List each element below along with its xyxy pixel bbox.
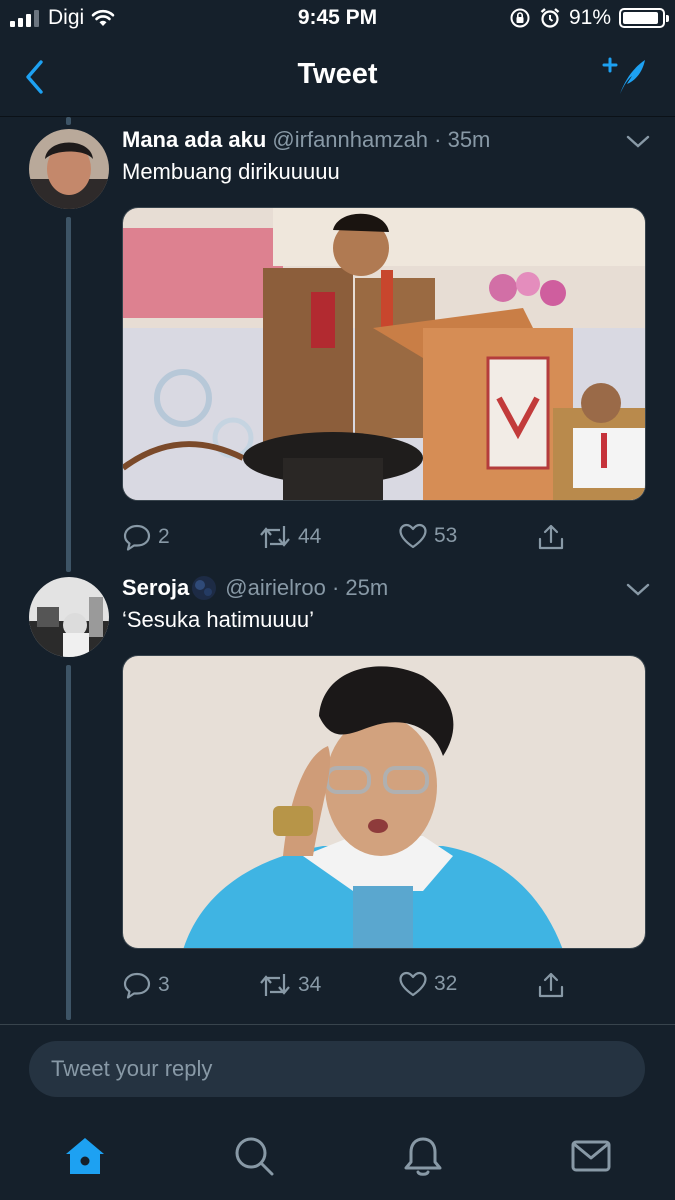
compose-feather-icon xyxy=(602,57,645,94)
tab-messages[interactable] xyxy=(569,1134,613,1178)
retweet-icon xyxy=(260,974,290,996)
retweet-button[interactable]: 34 xyxy=(258,970,321,1000)
reply-icon xyxy=(123,972,151,999)
thread-line xyxy=(66,665,71,1020)
share-icon xyxy=(538,524,564,550)
reply-button[interactable]: 2 xyxy=(122,522,170,552)
display-name[interactable]: Seroja xyxy=(122,575,189,601)
retweet-icon xyxy=(260,526,290,548)
tweet-options-button[interactable] xyxy=(626,583,650,597)
avatar[interactable] xyxy=(29,577,109,657)
compose-button[interactable] xyxy=(601,54,649,98)
avatar-image xyxy=(29,129,109,209)
avatar[interactable] xyxy=(29,129,109,209)
tweet-photo[interactable] xyxy=(122,655,646,949)
like-count: 32 xyxy=(434,972,458,995)
rotation-lock-icon xyxy=(510,8,530,28)
search-icon xyxy=(235,1137,274,1176)
battery-icon xyxy=(619,8,669,28)
tweet-text: ‘Sesuka hatimuuuu’ xyxy=(122,607,315,632)
globe-emoji-icon xyxy=(192,576,217,600)
tab-notifications[interactable] xyxy=(401,1134,445,1178)
tab-home[interactable] xyxy=(63,1134,107,1178)
avatar-image xyxy=(29,577,109,657)
handle-and-time: @irfannhamzah · 35m xyxy=(272,127,491,152)
heart-icon xyxy=(399,523,427,549)
tweet-options-button[interactable] xyxy=(626,135,650,149)
chevron-down-icon xyxy=(626,583,650,596)
like-button[interactable]: 32 xyxy=(398,970,457,998)
messages-mail-icon xyxy=(571,1140,611,1172)
chevron-down-icon xyxy=(626,135,650,148)
nav-bar: Tweet xyxy=(0,38,675,117)
status-bar: Digi 9:45 PM 91% xyxy=(0,0,675,38)
share-icon xyxy=(538,972,564,998)
photo-speaker-podium xyxy=(123,208,645,500)
alarm-icon xyxy=(540,8,560,28)
display-name[interactable]: Mana ada aku xyxy=(122,127,266,152)
reply-count: 3 xyxy=(158,973,170,996)
tweet-text: Membuang dirikuuuuu xyxy=(122,159,340,184)
tweet[interactable]: Mana ada aku @irfannhamzah · 35m Membuan… xyxy=(0,117,675,572)
tweet-photo[interactable] xyxy=(122,207,646,501)
share-button[interactable] xyxy=(536,970,566,1000)
reply-input[interactable]: Tweet your reply xyxy=(29,1041,645,1097)
notifications-bell-icon xyxy=(404,1137,442,1176)
page-title: Tweet xyxy=(297,58,378,90)
photo-portrait xyxy=(123,656,645,948)
tweet-header: Seroja @airielroo · 25m xyxy=(122,575,388,601)
tab-bar xyxy=(0,1118,675,1200)
retweet-count: 44 xyxy=(298,525,322,548)
share-button[interactable] xyxy=(536,522,566,552)
tweet-header: Mana ada aku @irfannhamzah · 35m xyxy=(122,127,490,153)
reply-composer: Tweet your reply xyxy=(0,1024,675,1119)
thread-line-top xyxy=(66,117,71,125)
battery-percent: 91% xyxy=(568,6,611,29)
like-count: 53 xyxy=(434,524,458,547)
retweet-button[interactable]: 44 xyxy=(258,522,321,552)
tab-search[interactable] xyxy=(232,1134,276,1178)
heart-icon xyxy=(399,971,427,997)
thread-line xyxy=(66,217,71,572)
reply-count: 2 xyxy=(158,525,170,548)
reply-icon xyxy=(123,524,151,551)
reply-button[interactable]: 3 xyxy=(122,970,170,1000)
handle-and-time: @airielroo · 25m xyxy=(225,575,389,600)
like-button[interactable]: 53 xyxy=(398,522,457,550)
home-icon xyxy=(66,1138,104,1174)
tweet-actions: 3 34 32 xyxy=(122,970,592,1004)
battery-level xyxy=(623,12,658,24)
status-right: 91% xyxy=(509,6,669,30)
tweet-actions: 2 44 53 xyxy=(122,522,592,556)
tweet[interactable]: Seroja @airielroo · 25m ‘Sesuka hatimuuu… xyxy=(0,565,675,1025)
retweet-count: 34 xyxy=(298,973,322,996)
